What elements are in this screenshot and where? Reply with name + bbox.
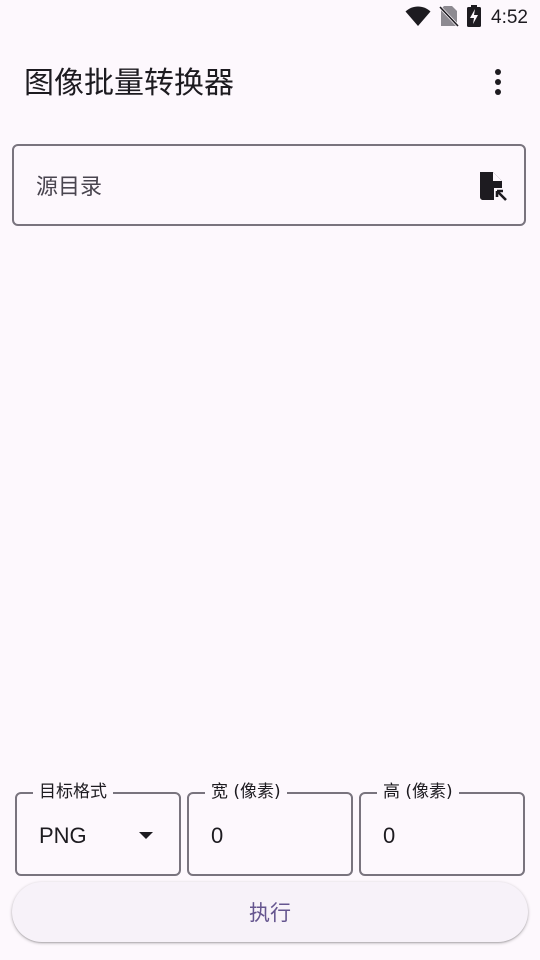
more-options-button[interactable] [478,64,518,104]
width-value: 0 [211,823,224,848]
status-bar: 4:52 [0,0,540,36]
wifi-icon [405,5,431,31]
width-input[interactable]: 宽 (像素) 0 [187,779,353,876]
height-label: 高 (像素) [377,779,459,805]
source-directory-field[interactable]: 源目录 [12,144,526,226]
no-sim-icon [438,5,460,31]
execute-button[interactable]: 执行 [12,882,528,942]
top-app-bar: 图像批量转换器 [0,36,540,132]
dropdown-arrow-icon [139,832,153,839]
status-icons: 4:52 [405,5,528,31]
more-vert-icon [494,68,502,100]
battery-charging-icon [467,5,482,31]
height-value: 0 [383,823,396,848]
height-input[interactable]: 高 (像素) 0 [359,779,525,876]
target-format-dropdown[interactable]: 目标格式 PNG [15,779,181,876]
app-title: 图像批量转换器 [24,66,234,101]
source-directory-label: 源目录 [36,175,103,200]
target-format-value: PNG [39,823,87,848]
width-label: 宽 (像素) [205,779,287,805]
status-time: 4:52 [491,7,528,28]
target-format-label: 目标格式 [33,779,113,805]
file-open-icon[interactable] [476,170,508,202]
execute-button-label: 执行 [249,901,291,925]
